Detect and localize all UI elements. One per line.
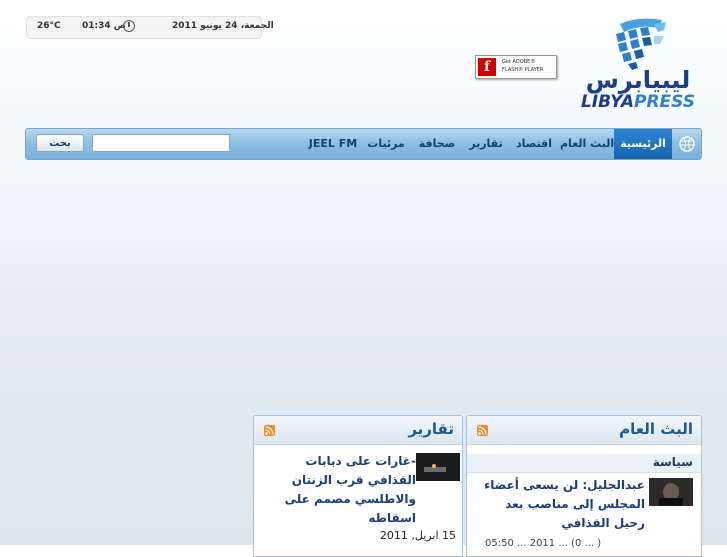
info-bar: 26°C 01:34 ص الجمعة، 24 يونيو 2011: [26, 16, 274, 39]
nav-reports[interactable]: تقارير: [464, 129, 508, 159]
globe-icon: [679, 136, 695, 152]
reports-panel-header: تقارير: [254, 416, 462, 445]
broadcast-panel-title[interactable]: البث العام: [619, 420, 693, 438]
nav-economy[interactable]: اقتصاد: [512, 129, 556, 159]
flash-badge-line1: Get ADOBE®: [502, 59, 536, 65]
broadcast-panel: البث العام سياسة عبدالجليل: لن يسعى أعضا…: [466, 415, 702, 557]
reports-panel: تقارير -غارات على دبابات القذافي قرب الز…: [253, 415, 463, 557]
current-date: الجمعة، 24 يونيو 2011: [172, 21, 274, 31]
current-time: 01:34 ص: [82, 21, 126, 31]
main-nav: بحث JEEL FM مرئيات صحافة تقارير اقتصاد ا…: [25, 128, 702, 160]
news-meta: 05:50 ... 2011 ... (0 ... ): [485, 538, 602, 549]
category-bar: سياسة: [467, 454, 701, 473]
nav-home[interactable]: الرئيسية: [614, 129, 672, 159]
news-thumbnail[interactable]: [649, 478, 693, 506]
category-label[interactable]: سياسة: [653, 455, 693, 469]
report-headline[interactable]: -غارات على دبابات القذافي قرب الزنتان وا…: [284, 452, 416, 528]
search-input[interactable]: [92, 134, 230, 152]
rss-icon[interactable]: [477, 425, 488, 436]
nav-jeel-fm[interactable]: JEEL FM: [308, 129, 358, 159]
flash-badge-line2: FLASH® PLAYER: [502, 67, 544, 73]
logo-arabic-text: ليبيابرس: [585, 66, 691, 94]
flash-icon: f: [478, 58, 496, 76]
globe-logo-icon: [616, 18, 666, 70]
get-flash-player-badge[interactable]: f Get ADOBE® FLASH® PLAYER: [475, 55, 557, 79]
search-button[interactable]: بحث: [36, 134, 84, 152]
news-headline[interactable]: عبدالجليل: لن يسعى أعضاء المجلس إلى مناص…: [473, 476, 645, 533]
nav-press[interactable]: صحافة: [414, 129, 460, 159]
clock-icon: [123, 20, 135, 32]
nav-videos[interactable]: مرئيات: [362, 129, 410, 159]
report-thumbnail[interactable]: [416, 453, 460, 481]
rss-icon[interactable]: [264, 425, 275, 436]
reports-panel-title[interactable]: تقارير: [408, 420, 454, 438]
nav-public-broadcast[interactable]: البث العام: [560, 129, 614, 159]
logo-latin-text: LIBYAPRESS: [580, 92, 696, 112]
temperature: 26°C: [37, 21, 61, 31]
broadcast-panel-header: البث العام: [467, 416, 701, 445]
report-date: 15 ابريل, 2011: [379, 529, 456, 542]
